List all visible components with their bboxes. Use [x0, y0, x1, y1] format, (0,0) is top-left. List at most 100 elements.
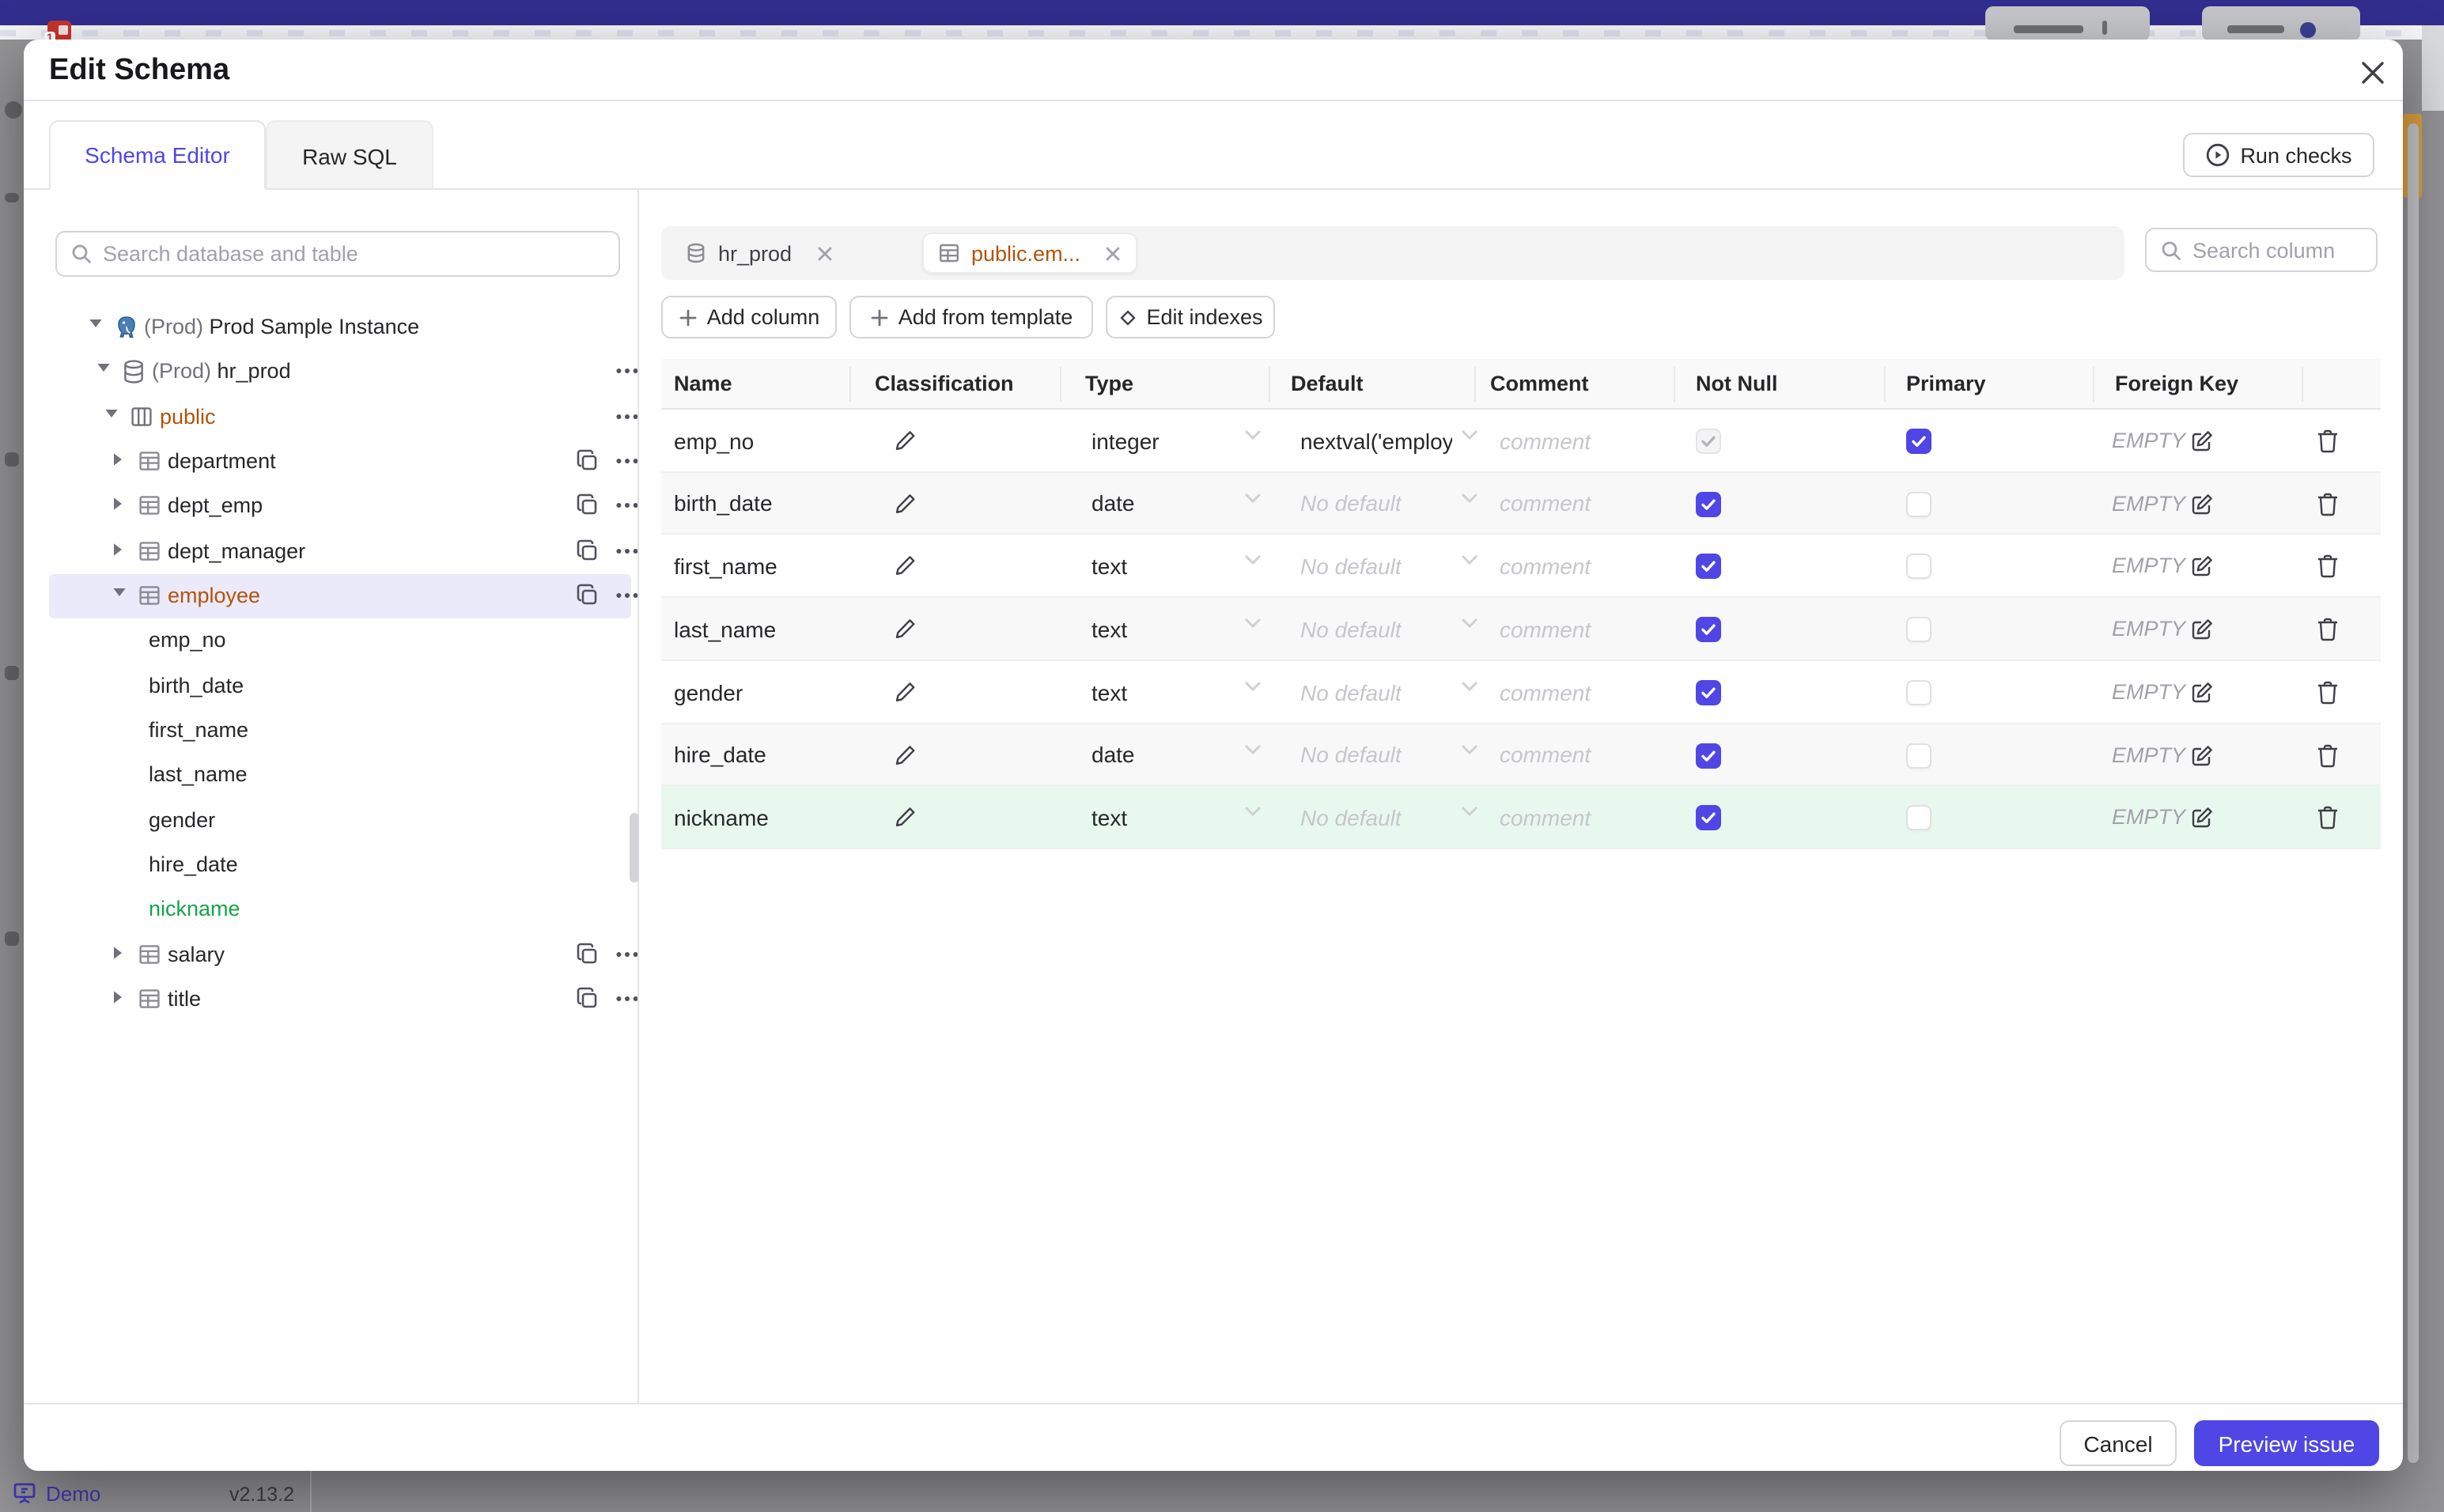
column-type[interactable]: integer: [1091, 410, 1160, 473]
delete-row-icon[interactable]: [2316, 491, 2340, 516]
tab-schema-editor[interactable]: Schema Editor: [49, 120, 266, 190]
chevron-down-icon[interactable]: [1460, 805, 1479, 818]
caret-down-icon[interactable]: [104, 408, 119, 419]
delete-row-icon[interactable]: [2316, 617, 2340, 642]
tree-item-Prod Sample Instance[interactable]: (Prod) Prod Sample Instance: [49, 305, 631, 350]
caret-right-icon[interactable]: [112, 946, 123, 960]
caret-right-icon[interactable]: [112, 452, 123, 467]
column-default[interactable]: nextval('employ: [1300, 410, 1452, 473]
column-comment-input[interactable]: comment: [1500, 724, 1591, 786]
column-comment-input[interactable]: comment: [1500, 535, 1591, 598]
add-column-button[interactable]: Add column: [661, 296, 837, 338]
tree-item-public[interactable]: public: [49, 395, 638, 440]
not-null-checkbox[interactable]: [1696, 491, 1721, 516]
tree-item-dept_emp[interactable]: dept_emp: [49, 484, 638, 528]
column-type[interactable]: text: [1091, 598, 1127, 661]
classification-edit-icon[interactable]: [892, 429, 917, 454]
copy-icon[interactable]: [576, 943, 600, 966]
delete-row-icon[interactable]: [2316, 743, 2340, 768]
tree-item-salary[interactable]: salary: [49, 933, 638, 977]
caret-down-icon[interactable]: [96, 362, 111, 373]
caret-right-icon[interactable]: [112, 990, 123, 1004]
foreign-key-edit-icon[interactable]: [2189, 617, 2215, 642]
column-type[interactable]: text: [1091, 661, 1127, 724]
tree-item-birth_date[interactable]: birth_date: [49, 664, 631, 709]
chevron-down-icon[interactable]: [1243, 429, 1262, 441]
chevron-down-icon[interactable]: [1243, 805, 1262, 818]
primary-checkbox[interactable]: [1906, 554, 1931, 579]
column-default[interactable]: No default: [1300, 473, 1402, 535]
caret-down-icon[interactable]: [112, 587, 127, 598]
primary-checkbox[interactable]: [1906, 805, 1931, 830]
column-type[interactable]: date: [1091, 724, 1135, 786]
column-comment-input[interactable]: comment: [1500, 598, 1591, 661]
column-default[interactable]: No default: [1300, 786, 1402, 849]
more-icon[interactable]: [615, 501, 639, 509]
chevron-down-icon[interactable]: [1460, 743, 1479, 755]
not-null-checkbox[interactable]: [1696, 743, 1721, 768]
caret-right-icon[interactable]: [112, 497, 123, 511]
tab-chip-public-employee[interactable]: public.em...: [922, 232, 1138, 274]
tab-raw-sql[interactable]: Raw SQL: [266, 120, 433, 190]
column-type[interactable]: text: [1091, 786, 1127, 849]
delete-row-icon[interactable]: [2316, 805, 2340, 830]
chevron-down-icon[interactable]: [1460, 491, 1479, 504]
tree-item-title[interactable]: title: [49, 977, 638, 1022]
copy-icon[interactable]: [576, 987, 600, 1011]
classification-edit-icon[interactable]: [892, 743, 917, 768]
column-default[interactable]: No default: [1300, 661, 1402, 724]
copy-icon[interactable]: [576, 449, 600, 473]
chevron-down-icon[interactable]: [1243, 680, 1262, 693]
primary-checkbox[interactable]: [1906, 617, 1931, 642]
not-null-checkbox[interactable]: [1696, 554, 1721, 579]
copy-icon[interactable]: [576, 539, 600, 563]
column-default[interactable]: No default: [1300, 598, 1402, 661]
not-null-checkbox[interactable]: [1696, 680, 1721, 705]
delete-row-icon[interactable]: [2316, 554, 2340, 579]
tab-chip-hr-prod[interactable]: hr_prod: [671, 232, 847, 274]
column-default[interactable]: No default: [1300, 535, 1402, 598]
primary-checkbox[interactable]: [1906, 743, 1931, 768]
tree-item-hr_prod[interactable]: (Prod) hr_prod: [49, 350, 638, 394]
classification-edit-icon[interactable]: [892, 805, 917, 830]
classification-edit-icon[interactable]: [892, 617, 917, 642]
column-comment-input[interactable]: comment: [1500, 473, 1591, 535]
more-icon[interactable]: [615, 592, 639, 599]
not-null-checkbox[interactable]: [1696, 429, 1721, 454]
chevron-down-icon[interactable]: [1243, 554, 1262, 566]
not-null-checkbox[interactable]: [1696, 617, 1721, 642]
more-icon[interactable]: [615, 995, 639, 1003]
cancel-button[interactable]: Cancel: [2060, 1420, 2177, 1466]
chevron-down-icon[interactable]: [1243, 491, 1262, 504]
tree-item-emp_no[interactable]: emp_no: [49, 618, 631, 663]
tree-item-gender[interactable]: gender: [49, 799, 631, 843]
edit-indexes-button[interactable]: Edit indexes: [1106, 296, 1275, 338]
delete-row-icon[interactable]: [2316, 680, 2340, 705]
primary-checkbox[interactable]: [1906, 491, 1931, 516]
tree-item-dept_manager[interactable]: dept_manager: [49, 530, 638, 574]
delete-row-icon[interactable]: [2316, 429, 2340, 454]
foreign-key-edit-icon[interactable]: [2189, 554, 2215, 579]
page-scrollbar[interactable]: [2408, 123, 2419, 1463]
classification-edit-icon[interactable]: [892, 680, 917, 705]
column-default[interactable]: No default: [1300, 724, 1402, 786]
caret-down-icon[interactable]: [89, 318, 103, 329]
column-comment-input[interactable]: comment: [1500, 661, 1591, 724]
chevron-down-icon[interactable]: [1243, 617, 1262, 629]
foreign-key-edit-icon[interactable]: [2189, 429, 2215, 454]
chevron-down-icon[interactable]: [1460, 617, 1479, 629]
tree-item-employee[interactable]: employee: [49, 574, 638, 618]
more-icon[interactable]: [615, 367, 639, 375]
search-column-input[interactable]: Search column: [2145, 228, 2378, 272]
chevron-down-icon[interactable]: [1460, 554, 1479, 566]
primary-checkbox[interactable]: [1906, 429, 1931, 454]
caret-right-icon[interactable]: [112, 542, 123, 557]
sidebar-scrollbar[interactable]: [630, 813, 639, 883]
primary-checkbox[interactable]: [1906, 680, 1931, 705]
chevron-down-icon[interactable]: [1460, 680, 1479, 693]
copy-icon[interactable]: [576, 584, 600, 607]
column-comment-input[interactable]: comment: [1500, 410, 1591, 473]
run-checks-button[interactable]: Run checks: [2183, 133, 2374, 177]
foreign-key-edit-icon[interactable]: [2189, 491, 2215, 516]
column-comment-input[interactable]: comment: [1500, 786, 1591, 849]
